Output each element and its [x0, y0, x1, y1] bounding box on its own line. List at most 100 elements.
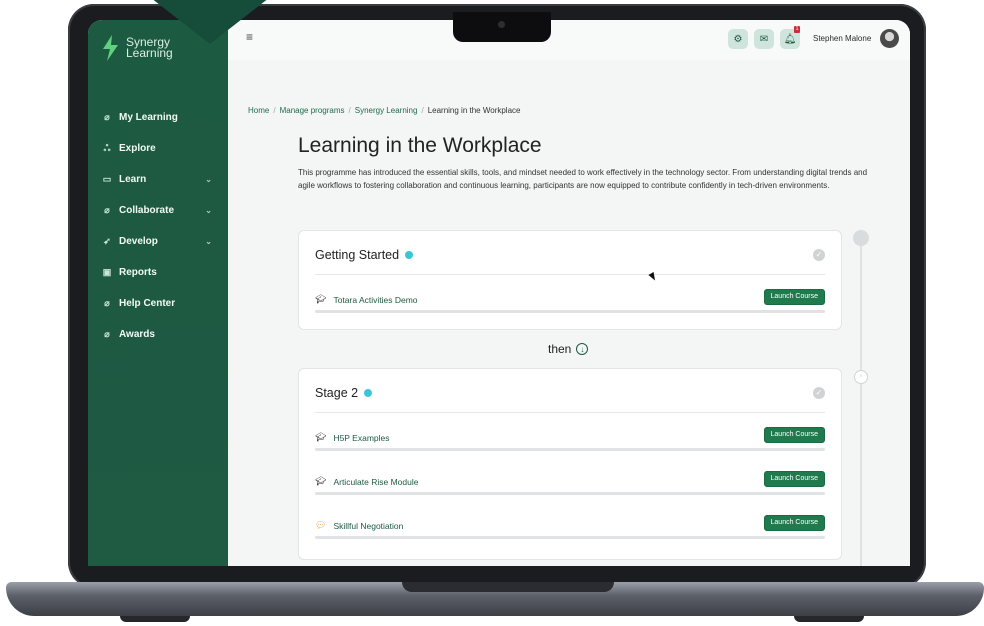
camera-notch	[453, 12, 551, 42]
page-title: Learning in the Workplace	[298, 134, 542, 157]
course-progress-bar	[315, 310, 825, 313]
then-connector: then ↓	[548, 342, 589, 356]
sidebar-item-learn[interactable]: ▭ Learn ⌄	[88, 164, 228, 195]
sidebar-item-awards[interactable]: ⌀ Awards	[88, 319, 228, 350]
sidebar-item-collaborate[interactable]: ⌀ Collaborate ⌄	[88, 195, 228, 226]
stage-title: Stage 2	[315, 386, 373, 400]
leaf-icon: ⌀	[104, 112, 110, 122]
notification-badge: 1	[794, 26, 800, 33]
breadcrumb-manage-programs[interactable]: Manage programs	[280, 106, 345, 115]
course-row: 🎓︎ Articulate Rise Module Launch Course	[315, 467, 825, 497]
logo-text: Synergy Learning	[126, 36, 173, 60]
course-progress-bar	[315, 492, 825, 495]
timeline-track	[860, 238, 862, 566]
stage-card-getting-started: Getting Started ✓ 🎓︎ Totara Activities De…	[298, 230, 842, 330]
then-label: then	[548, 342, 572, 356]
bell-icon: 🔔︎	[783, 33, 797, 45]
avatar[interactable]	[880, 29, 899, 48]
sidebar: Synergy Learning ⌀ My Learning ஃ Explore ▭…	[88, 20, 228, 566]
logo-line2: Learning	[126, 46, 173, 60]
hamburger-icon[interactable]: ≡	[246, 30, 253, 44]
stage-card-stage-2: Stage 2 ✓ 🎓︎ H5P Examples Launch Course 🎓…	[298, 368, 842, 560]
breadcrumb-separator: /	[348, 106, 351, 115]
divider	[315, 412, 825, 413]
course-label[interactable]: 🎓︎ Articulate Rise Module	[315, 476, 418, 487]
sidebar-item-develop[interactable]: ➶ Develop ⌄	[88, 226, 228, 257]
messages-button[interactable]: ✉	[754, 29, 774, 49]
settings-button[interactable]: ⚙	[728, 29, 748, 49]
chevron-down-icon: ⌄	[205, 206, 212, 215]
course-progress-bar	[315, 536, 825, 539]
stage-title: Getting Started	[315, 248, 414, 262]
launch-course-button[interactable]: Launch Course	[763, 515, 825, 531]
course-name: H5P Examples	[333, 432, 390, 443]
chat-bubbles-icon: 💬︎	[315, 520, 327, 530]
mail-icon: ✉	[759, 33, 769, 45]
launch-course-button[interactable]: Launch Course	[763, 289, 825, 305]
course-progress-bar	[315, 448, 825, 451]
course-row: 🎓︎ H5P Examples Launch Course	[315, 423, 825, 453]
launch-course-button[interactable]: Launch Course	[763, 471, 825, 487]
leaf-icon: ⌀	[104, 205, 110, 215]
chart-icon: ▣	[102, 267, 112, 277]
people-icon: ஃ	[103, 142, 111, 153]
info-icon[interactable]	[405, 251, 414, 259]
breadcrumb-separator: /	[421, 106, 424, 115]
sidebar-item-my-learning[interactable]: ⌀ My Learning	[88, 102, 228, 133]
laptop-base	[6, 582, 984, 616]
chevron-down-icon: ⌄	[205, 237, 212, 246]
camera-icon	[498, 21, 505, 28]
breadcrumb-home[interactable]: Home	[248, 106, 269, 115]
divider	[315, 274, 825, 275]
leaf-icon: ⌀	[104, 298, 110, 308]
rocket-icon: ➶	[103, 236, 111, 246]
laptop-base-lip	[402, 582, 614, 592]
graduation-cap-icon: 🎓︎	[315, 476, 327, 486]
chevron-down-icon: ⌄	[205, 175, 212, 184]
sidebar-item-label: Collaborate	[119, 205, 175, 216]
gear-icon: ⚙	[733, 33, 743, 45]
sidebar-item-label: Reports	[119, 267, 157, 278]
sidebar-item-help-center[interactable]: ⌀ Help Center	[88, 288, 228, 319]
course-label[interactable]: 🎓︎ H5P Examples	[315, 432, 390, 443]
sidebar-item-label: Explore	[119, 143, 156, 154]
course-label[interactable]: 🎓︎ Totara Activities Demo	[315, 294, 418, 305]
stage-title-text: Getting Started	[315, 248, 400, 262]
timeline-node	[853, 230, 869, 246]
info-icon[interactable]	[364, 389, 373, 397]
sidebar-item-label: Help Center	[119, 298, 176, 309]
breadcrumb-current: Learning in the Workplace	[427, 106, 521, 115]
logo[interactable]: Synergy Learning	[100, 34, 173, 62]
leaf-icon: ⌀	[104, 329, 110, 339]
course-row: 🎓︎ Totara Activities Demo Launch Course	[315, 285, 825, 315]
sidebar-item-reports[interactable]: ▣ Reports	[88, 257, 228, 288]
graduation-cap-icon: 🎓︎	[315, 294, 327, 304]
course-name: Totara Activities Demo	[333, 294, 418, 305]
course-label[interactable]: 💬︎ Skillful Negotiation	[315, 520, 403, 531]
screen: Synergy Learning ⌀ My Learning ஃ Explore ▭…	[88, 20, 910, 566]
page-description: This programme has introduced the essent…	[298, 168, 868, 190]
logo-bolt-icon	[103, 35, 118, 61]
check-icon: ✓	[813, 249, 825, 261]
sidebar-nav: ⌀ My Learning ஃ Explore ▭ Learn ⌄ ⌀ Collabora…	[88, 102, 228, 350]
launch-course-button[interactable]: Launch Course	[763, 427, 825, 443]
sidebar-item-label: Develop	[119, 236, 158, 247]
course-name: Articulate Rise Module	[333, 476, 419, 487]
topbar: ≡	[228, 20, 910, 60]
check-icon: ✓	[813, 387, 825, 399]
breadcrumb: Home / Manage programs / Synergy Learning / Le…	[248, 106, 520, 115]
arrow-down-circle-icon: ↓	[576, 343, 589, 355]
course-name: Skillful Negotiation	[333, 520, 404, 531]
stage-title-text: Stage 2	[315, 386, 359, 400]
timeline-node: ○	[854, 370, 868, 384]
sidebar-item-explore[interactable]: ஃ Explore	[88, 133, 228, 164]
sidebar-item-label: Awards	[119, 329, 155, 340]
course-row: 💬︎ Skillful Negotiation Launch Course	[315, 511, 825, 541]
breadcrumb-synergy-learning[interactable]: Synergy Learning	[355, 106, 418, 115]
sidebar-item-label: My Learning	[119, 112, 178, 123]
laptop-foot	[794, 616, 864, 622]
sidebar-item-label: Learn	[119, 174, 147, 185]
book-icon: ▭	[102, 174, 112, 184]
breadcrumb-separator: /	[273, 106, 276, 115]
user-name[interactable]: Stephen Malone	[813, 34, 871, 43]
